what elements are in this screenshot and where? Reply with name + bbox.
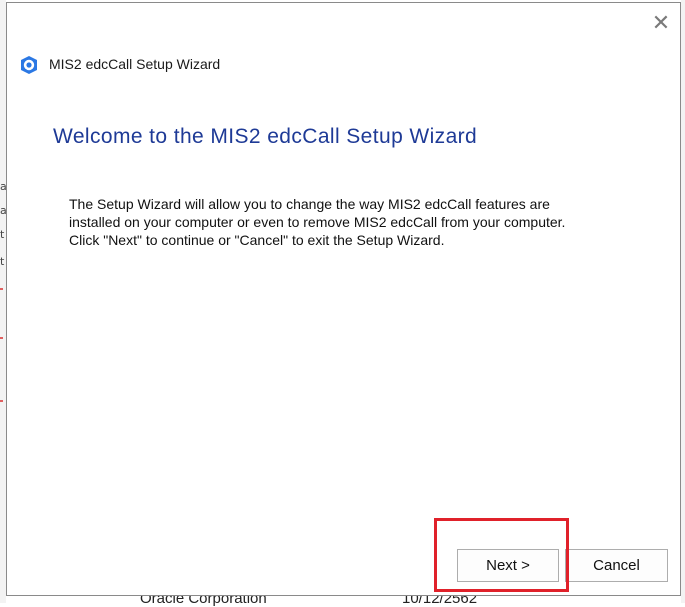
close-icon[interactable]: ✕	[648, 11, 674, 37]
next-button[interactable]: Next >	[457, 549, 559, 582]
description-line: Click "Next" to continue or "Cancel" to …	[69, 232, 445, 248]
description-line: The Setup Wizard will allow you to chang…	[69, 196, 550, 212]
background-glyph: t	[0, 255, 5, 268]
wizard-heading: Welcome to the MIS2 edcCall Setup Wizard	[53, 125, 478, 148]
description-line: installed on your computer or even to re…	[69, 214, 566, 230]
background-mark	[0, 288, 3, 290]
background-glyph: t	[0, 228, 5, 241]
cancel-button[interactable]: Cancel	[565, 549, 668, 582]
background-mark	[0, 400, 3, 402]
setup-wizard-dialog: ✕ MIS2 edcCall Setup Wizard Welcome to t…	[6, 2, 681, 596]
app-disc-icon	[21, 56, 37, 74]
background-window-edge-right	[681, 0, 685, 603]
background-mark	[0, 337, 3, 339]
wizard-description: The Setup Wizard will allow you to chang…	[69, 195, 639, 249]
window-title: MIS2 edcCall Setup Wizard	[49, 56, 221, 72]
